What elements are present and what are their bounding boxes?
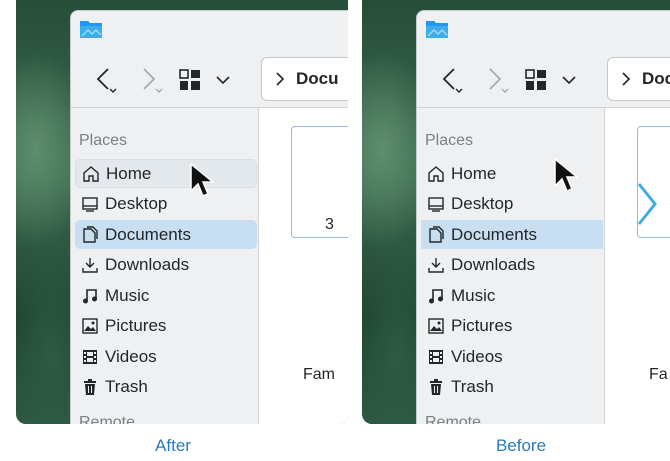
- sidebar-item-pictures[interactable]: Pictures: [75, 311, 257, 340]
- sidebar-item-label: Desktop: [451, 193, 514, 213]
- back-arrow-icon: [442, 68, 463, 93]
- sidebar-item-label: Documents: [105, 224, 191, 244]
- file-item-label: Fam: [303, 366, 335, 383]
- places-heading: Places: [79, 132, 128, 149]
- music-icon: [427, 287, 445, 305]
- back-button[interactable]: [437, 65, 469, 95]
- location-bar[interactable]: Docu: [261, 57, 348, 101]
- sidebar-item-trash[interactable]: Trash: [75, 372, 257, 401]
- location-path-text: Docu: [296, 69, 339, 88]
- folder-expand-arrow-icon: [637, 183, 657, 225]
- sidebar-item-music[interactable]: Music: [421, 281, 603, 310]
- forward-button[interactable]: [481, 65, 513, 95]
- folder-app-icon: [80, 21, 102, 38]
- sidebar-item-label: Downloads: [451, 254, 536, 274]
- music-icon: [81, 287, 99, 305]
- file-manager-window: Docu Places Home Desktop Documents Downl…: [416, 10, 670, 424]
- sidebar-item-trash[interactable]: Trash: [421, 372, 603, 401]
- videos-icon: [427, 348, 445, 366]
- sidebar-item-label: Home: [106, 163, 152, 183]
- mouse-pointer-icon: [554, 158, 580, 192]
- sidebar-item-label: Home: [451, 163, 497, 183]
- chevron-down-icon: [562, 76, 576, 85]
- sidebar-item-videos[interactable]: Videos: [75, 342, 257, 371]
- places-sidebar: Places Home Desktop Documents Downloads …: [71, 108, 259, 424]
- file-manager-window: Docu Places Home Desktop Documents Downl…: [70, 10, 348, 424]
- home-icon: [427, 165, 445, 183]
- desktop-icon: [427, 195, 445, 213]
- file-item-label: Fa: [649, 366, 668, 383]
- sidebar-item-label: Videos: [105, 346, 157, 366]
- after-caption: After: [155, 436, 191, 455]
- back-button[interactable]: [91, 65, 123, 95]
- sidebar-item-label: Trash: [451, 376, 494, 396]
- location-path-text: Docu: [642, 69, 670, 88]
- sidebar-item-label: Pictures: [105, 315, 167, 335]
- forward-arrow-icon: [489, 68, 509, 93]
- sidebar-item-label: Music: [451, 285, 496, 305]
- sidebar-item-documents[interactable]: Documents: [75, 220, 257, 249]
- remote-heading: Remote: [425, 414, 482, 424]
- file-view[interactable]: Fa: [605, 108, 670, 424]
- sidebar-item-pictures[interactable]: Pictures: [421, 311, 603, 340]
- title-bar[interactable]: [71, 11, 348, 51]
- file-item-thumbnail[interactable]: [291, 126, 348, 238]
- sidebar-item-label: Documents: [451, 224, 537, 244]
- icons-view-icon: [179, 69, 200, 90]
- sidebar-item-desktop[interactable]: Desktop: [75, 189, 257, 218]
- remote-heading: Remote: [79, 414, 136, 424]
- mouse-pointer-icon: [190, 163, 216, 197]
- after-panel: Docu Places Home Desktop Documents Downl…: [16, 0, 348, 424]
- location-bar[interactable]: Docu: [607, 57, 670, 101]
- sidebar-item-downloads[interactable]: Downloads: [421, 250, 603, 279]
- pictures-icon: [427, 317, 445, 335]
- sidebar-item-music[interactable]: Music: [75, 281, 257, 310]
- sidebar-item-label: Music: [105, 285, 150, 305]
- places-sidebar: Places Home Desktop Documents Downloads …: [417, 108, 605, 424]
- view-mode-dropdown[interactable]: [557, 65, 581, 95]
- chevron-right-icon: [622, 72, 631, 86]
- places-heading: Places: [425, 132, 474, 149]
- icons-view-icon: [525, 69, 546, 90]
- file-view[interactable]: 3 Fam: [259, 108, 348, 424]
- folder-app-icon: [426, 21, 448, 38]
- sidebar-item-downloads[interactable]: Downloads: [75, 250, 257, 279]
- pictures-icon: [81, 317, 99, 335]
- desktop-icon: [81, 195, 99, 213]
- sidebar-item-home[interactable]: Home: [75, 159, 257, 188]
- view-mode-button[interactable]: [175, 65, 205, 95]
- sidebar-item-videos[interactable]: Videos: [421, 342, 603, 371]
- sidebar-item-documents[interactable]: Documents: [421, 220, 603, 249]
- home-icon: [82, 165, 100, 183]
- chevron-down-icon: [216, 76, 230, 85]
- view-mode-dropdown[interactable]: [211, 65, 235, 95]
- forward-button[interactable]: [135, 65, 167, 95]
- before-panel: Docu Places Home Desktop Documents Downl…: [362, 0, 670, 424]
- documents-icon: [427, 225, 445, 244]
- sidebar-item-label: Trash: [105, 376, 148, 396]
- trash-icon: [427, 378, 445, 396]
- forward-arrow-icon: [143, 68, 163, 93]
- videos-icon: [81, 348, 99, 366]
- view-mode-button[interactable]: [521, 65, 551, 95]
- sidebar-item-label: Desktop: [105, 193, 168, 213]
- back-arrow-icon: [96, 68, 117, 93]
- file-item-label: 3: [325, 216, 334, 233]
- title-bar[interactable]: [417, 11, 670, 51]
- chevron-right-icon: [276, 72, 285, 86]
- sidebar-item-label: Downloads: [105, 254, 190, 274]
- sidebar-item-label: Pictures: [451, 315, 513, 335]
- sidebar-item-label: Videos: [451, 346, 503, 366]
- documents-icon: [81, 225, 99, 244]
- downloads-icon: [81, 256, 99, 274]
- before-caption: Before: [495, 436, 547, 455]
- trash-icon: [81, 378, 99, 396]
- downloads-icon: [427, 256, 445, 274]
